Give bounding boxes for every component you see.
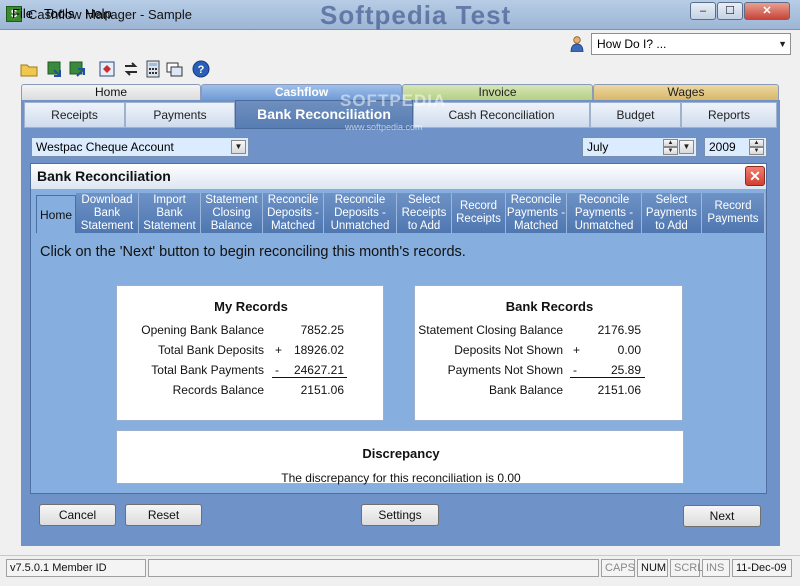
spin-down-icon[interactable]: ▼ [749, 147, 764, 155]
row-label: Bank Balance [488, 383, 563, 397]
step-home[interactable]: Home [36, 195, 76, 233]
open-folder-icon[interactable] [20, 60, 38, 78]
card-title: Bank Records [505, 299, 594, 314]
step-reconcile-payments-unmatched[interactable]: Reconcile Payments - Unmatched [567, 193, 642, 233]
chevron-down-icon[interactable]: ▼ [778, 39, 787, 49]
account-select-value: Westpac Cheque Account [36, 140, 174, 154]
minimize-button[interactable]: – [690, 2, 716, 20]
menu-help[interactable]: Help [85, 6, 112, 21]
step-reconcile-payments-matched[interactable]: Reconcile Payments - Matched [506, 193, 567, 233]
bank-records-card: Bank Records Statement Closing Balance 2… [414, 285, 683, 421]
step-select-payments-to-add[interactable]: Select Payments to Add [642, 193, 702, 233]
discrepancy-card: Discrepancy The discrepancy for this rec… [116, 430, 684, 485]
card-title: My Records [214, 299, 288, 314]
row-value: 2151.06 [597, 383, 641, 397]
watermark-text: Softpedia Test [320, 0, 512, 30]
close-icon[interactable]: ✕ [745, 166, 765, 186]
tab-receipts[interactable]: Receipts [24, 102, 125, 128]
toolbar: ? [10, 58, 216, 82]
step-statement-closing-balance[interactable]: Statement Closing Balance [201, 193, 263, 233]
spin-down-icon[interactable]: ▼ [663, 147, 678, 155]
month-select-value: July [587, 140, 609, 154]
card-title: Discrepancy [362, 446, 440, 461]
status-scrl: SCRL [670, 559, 703, 577]
reset-button[interactable]: Reset [125, 504, 202, 526]
person-icon [570, 36, 584, 52]
instruction-text: Click on the 'Next' button to begin reco… [40, 244, 466, 260]
month-select[interactable]: July ▲ ▼ ▼ [582, 137, 697, 157]
discrepancy-text: The discrepancy for this reconciliation … [281, 471, 521, 485]
row-value: 0.00 [617, 343, 641, 357]
plus-sign: + [275, 343, 283, 357]
tab-wages[interactable]: Wages [593, 84, 779, 100]
help-search-combo[interactable]: How Do I? ... ▼ [591, 33, 791, 55]
account-select[interactable]: Westpac Cheque Account ▼ [31, 137, 249, 157]
row-value: 7852.25 [300, 323, 344, 337]
menu-tools[interactable]: Tools [44, 6, 74, 21]
settings-button[interactable]: Settings [361, 504, 439, 526]
status-ins: INS [702, 559, 730, 577]
minus-sign: - [275, 363, 279, 377]
minus-sign: - [573, 363, 577, 377]
document-nav-icon[interactable] [98, 60, 116, 78]
softpedia-watermark: SOFTPEDIA [340, 91, 447, 110]
row-label: Records Balance [172, 383, 264, 397]
softpedia-url-watermark: www.softpedia.com [345, 122, 423, 132]
window-list-icon[interactable] [166, 60, 184, 78]
spin-up-icon[interactable]: ▲ [663, 139, 678, 147]
status-num: NUM [637, 559, 668, 577]
row-value: 24627.21 [293, 363, 344, 377]
chevron-down-icon[interactable]: ▼ [679, 140, 694, 154]
step-reconcile-deposits-matched[interactable]: Reconcile Deposits - Matched [263, 193, 324, 233]
row-label: Total Bank Payments [151, 363, 264, 377]
status-version: v7.5.0.1 Member ID [6, 559, 146, 577]
spin-up-icon[interactable]: ▲ [749, 139, 764, 147]
step-record-receipts[interactable]: Record Receipts [452, 193, 506, 233]
row-label: Total Bank Deposits [157, 343, 264, 357]
tab-home[interactable]: Home [21, 84, 201, 100]
help-search-value: How Do I? ... [597, 37, 667, 51]
year-field-value: 2009 [709, 140, 736, 154]
year-spinner[interactable]: ▲ ▼ [749, 139, 764, 155]
tab-budget[interactable]: Budget [590, 102, 681, 128]
row-label: Opening Bank Balance [141, 323, 264, 337]
step-import-bank-statement[interactable]: Import Bank Statement [139, 193, 201, 233]
month-spinner[interactable]: ▲ ▼ [663, 139, 678, 155]
help-icon[interactable]: ? [192, 60, 210, 78]
svg-text:?: ? [198, 64, 205, 76]
row-label: Statement Closing Balance [418, 323, 563, 337]
row-value: 18926.02 [293, 343, 344, 357]
close-window-button[interactable]: ✕ [744, 2, 790, 20]
row-label: Deposits Not Shown [454, 343, 563, 357]
transfer-icon[interactable] [122, 60, 140, 78]
status-caps: CAPS [601, 559, 635, 577]
calculator-icon[interactable] [144, 60, 162, 78]
step-select-receipts-to-add[interactable]: Select Receipts to Add [397, 193, 452, 233]
next-button[interactable]: Next [683, 505, 761, 527]
tab-payments[interactable]: Payments [125, 102, 235, 128]
chevron-down-icon[interactable]: ▼ [231, 140, 246, 154]
maximize-button[interactable]: ☐ [717, 2, 743, 20]
my-records-card: My Records Opening Bank Balance 7852.25 … [116, 285, 384, 421]
row-value: 2176.95 [597, 323, 641, 337]
plus-sign: + [573, 343, 581, 357]
row-value: 25.89 [610, 363, 641, 377]
cancel-button[interactable]: Cancel [39, 504, 116, 526]
import-icon[interactable] [46, 60, 64, 78]
row-value: 2151.06 [300, 383, 344, 397]
inner-title: Bank Reconciliation [37, 168, 171, 184]
status-message-area [148, 559, 599, 577]
row-label: Payments Not Shown [447, 363, 563, 377]
step-download-bank-statement[interactable]: Download Bank Statement [76, 193, 139, 233]
export-icon[interactable] [68, 60, 86, 78]
menu-file[interactable]: File [12, 6, 33, 21]
tab-reports[interactable]: Reports [681, 102, 777, 128]
status-date: 11-Dec-09 [732, 559, 792, 577]
step-record-payments[interactable]: Record Payments [702, 193, 765, 233]
step-reconcile-deposits-unmatched[interactable]: Reconcile Deposits - Unmatched [324, 193, 397, 233]
year-field[interactable]: 2009 ▲ ▼ [704, 137, 767, 157]
